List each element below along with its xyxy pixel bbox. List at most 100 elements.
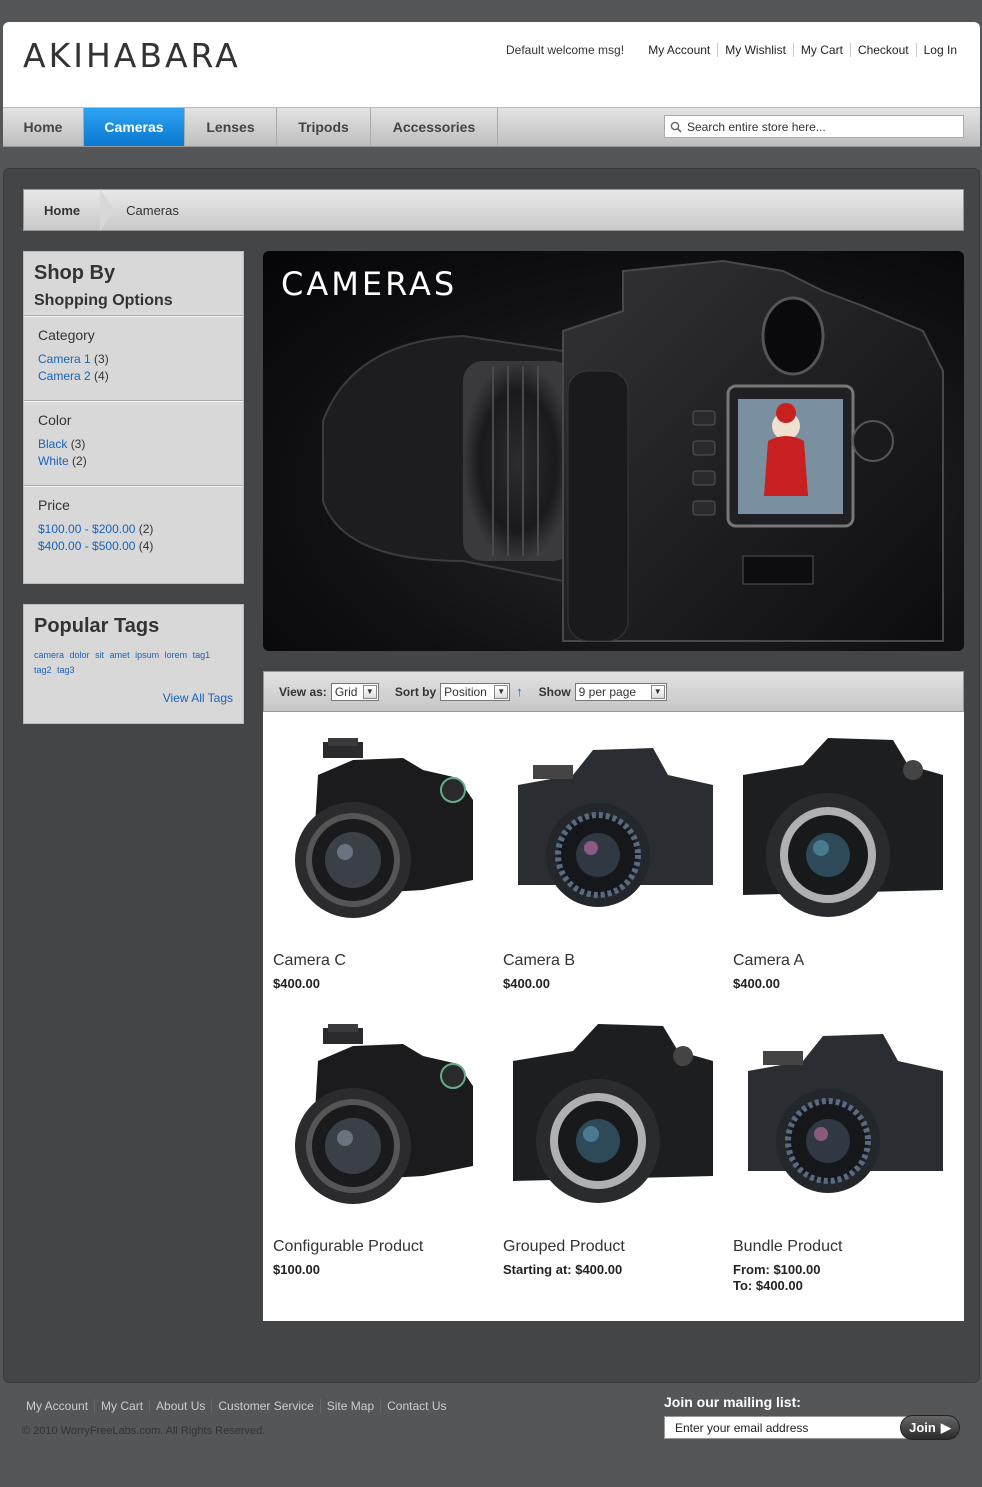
tag-link[interactable]: ipsum <box>135 650 159 660</box>
filter-link-white[interactable]: White <box>38 454 69 468</box>
camera-image <box>513 1024 713 1203</box>
join-label: Join <box>909 1420 936 1435</box>
product-image[interactable] <box>503 1016 718 1226</box>
link-my-wishlist[interactable]: My Wishlist <box>717 43 793 57</box>
view-as-select[interactable]: Grid ▼ <box>330 682 379 701</box>
join-button[interactable]: Join ▶ <box>900 1415 960 1440</box>
sort-by-select[interactable]: Position ▼ <box>440 682 511 701</box>
show-label: Show <box>538 684 571 699</box>
view-as-label: View as: <box>279 684 327 699</box>
tag-link[interactable]: tag1 <box>193 650 211 660</box>
filter-link-price-100-200[interactable]: $100.00 - $200.00 <box>38 522 135 536</box>
tag-link[interactable]: lorem <box>165 650 188 660</box>
nav-accessories[interactable]: Accessories <box>371 108 498 146</box>
sort-direction-icon[interactable]: ↑ <box>516 684 523 699</box>
tag-link[interactable]: sit <box>95 650 104 660</box>
filter-title: Color <box>38 412 72 428</box>
tag-link[interactable]: dolor <box>70 650 90 660</box>
play-arrow-icon: ▶ <box>940 1419 951 1435</box>
shopping-options-title: Shopping Options <box>24 285 243 316</box>
footer-link-my-account[interactable]: My Account <box>20 1399 94 1413</box>
filter-color: Color Black (3) White (2) <box>24 401 243 486</box>
camera-image <box>295 738 473 918</box>
nav-tripods[interactable]: Tripods <box>277 108 371 146</box>
filter-count: (3) <box>94 352 109 366</box>
product-grid: Camera C $400.00 Camera B $400.00 Camera… <box>263 712 964 1321</box>
product-price: $400.00 <box>733 976 780 991</box>
product-image[interactable] <box>733 730 948 940</box>
product-item: Grouped Product Starting at: $400.00 <box>503 1016 723 1278</box>
link-log-in[interactable]: Log In <box>915 43 964 57</box>
filter-count: (2) <box>138 522 154 536</box>
dropdown-arrow-icon: ▼ <box>362 684 377 699</box>
product-name[interactable]: Grouped Product <box>503 1238 723 1256</box>
filter-count: (3) <box>70 437 86 451</box>
camera-image <box>518 748 713 907</box>
popular-tags-title: Popular Tags <box>34 615 160 637</box>
product-item: Bundle Product From: $100.00 To: $400.00 <box>733 1016 953 1294</box>
sort-by-value: Position <box>444 684 487 699</box>
footer-link-contact-us[interactable]: Contact Us <box>380 1399 452 1413</box>
product-name[interactable]: Bundle Product <box>733 1238 953 1256</box>
filter-item: White (2) <box>38 453 229 470</box>
filter-item: Camera 2 (4) <box>38 368 229 385</box>
filter-link-price-400-500[interactable]: $400.00 - $500.00 <box>38 539 135 553</box>
main-nav: Home Cameras Lenses Tripods Accessories <box>3 107 980 147</box>
link-my-cart[interactable]: My Cart <box>792 43 850 57</box>
main-content: Home Cameras Shop By Shopping Options Ca… <box>3 168 980 1383</box>
show-per-page-select[interactable]: 9 per page ▼ <box>574 682 667 701</box>
product-item: Configurable Product $100.00 <box>273 1016 493 1278</box>
search-box <box>664 115 964 138</box>
footer-link-about-us[interactable]: About Us <box>149 1399 211 1413</box>
newsletter-email-input[interactable] <box>664 1416 908 1439</box>
footer-link-site-map[interactable]: Site Map <box>319 1399 380 1413</box>
search-icon <box>665 117 687 137</box>
price-from: From: $100.00 <box>733 1262 821 1277</box>
filter-link-camera-2[interactable]: Camera 2 <box>38 369 91 383</box>
product-image[interactable] <box>273 730 488 940</box>
link-my-account[interactable]: My Account <box>641 43 717 57</box>
product-item: Camera B $400.00 <box>503 730 723 992</box>
footer-links: My Account My Cart About Us Customer Ser… <box>20 1399 452 1413</box>
product-image[interactable] <box>273 1016 488 1226</box>
filter-title: Category <box>38 327 95 343</box>
filter-count: (4) <box>138 539 154 553</box>
view-all-tags-link[interactable]: View All Tags <box>163 691 233 705</box>
product-name[interactable]: Configurable Product <box>273 1238 493 1256</box>
footer-link-customer-service[interactable]: Customer Service <box>211 1399 319 1413</box>
product-image[interactable] <box>503 730 718 940</box>
breadcrumb-separator-icon <box>99 189 115 231</box>
product-price: From: $100.00 To: $400.00 <box>733 1262 953 1294</box>
dropdown-arrow-icon: ▼ <box>650 684 665 699</box>
camera-image <box>295 1024 473 1204</box>
product-name[interactable]: Camera A <box>733 952 953 970</box>
price-to: To: $400.00 <box>733 1278 803 1293</box>
product-price: Starting at: $400.00 <box>503 1262 623 1277</box>
search-input[interactable] <box>687 119 957 134</box>
filter-title: Price <box>38 497 70 513</box>
link-checkout[interactable]: Checkout <box>849 43 916 57</box>
product-image[interactable] <box>733 1016 948 1226</box>
filter-item: $100.00 - $200.00 (2) <box>38 521 229 538</box>
footer: My Account My Cart About Us Customer Ser… <box>0 1383 982 1487</box>
footer-link-my-cart[interactable]: My Cart <box>94 1399 149 1413</box>
nav-cameras[interactable]: Cameras <box>84 108 185 146</box>
tag-link[interactable]: tag3 <box>57 665 75 675</box>
copyright: © 2010 WorryFreeLabs.com. All Rights Res… <box>22 1425 266 1437</box>
filter-link-black[interactable]: Black <box>38 437 67 451</box>
tag-link[interactable]: camera <box>34 650 64 660</box>
filter-category: Category Camera 1 (3) Camera 2 (4) <box>24 316 243 401</box>
breadcrumb-home[interactable]: Home <box>24 190 100 230</box>
site-logo[interactable]: AKIHABARA <box>23 36 241 75</box>
product-item: Camera A $400.00 <box>733 730 953 992</box>
nav-lenses[interactable]: Lenses <box>185 108 277 146</box>
product-name[interactable]: Camera C <box>273 952 493 970</box>
product-name[interactable]: Camera B <box>503 952 723 970</box>
product-price: $400.00 <box>273 976 320 991</box>
product-item: Camera C $400.00 <box>273 730 493 992</box>
filter-link-camera-1[interactable]: Camera 1 <box>38 352 91 366</box>
tag-link[interactable]: amet <box>110 650 130 660</box>
tag-link[interactable]: tag2 <box>34 665 52 675</box>
category-banner: CAMERAS <box>263 251 964 651</box>
nav-home[interactable]: Home <box>3 108 84 146</box>
